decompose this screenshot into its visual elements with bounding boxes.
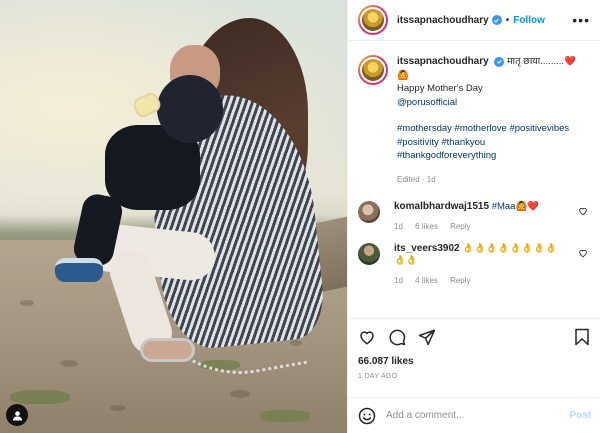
comment-age: 1d: [394, 222, 403, 231]
post-photo[interactable]: [0, 0, 347, 433]
smile-icon[interactable]: [358, 407, 376, 425]
comment-likes[interactable]: 4 likes: [415, 276, 438, 285]
comment-icon[interactable]: [388, 328, 406, 346]
caption: itssapnachoudhary मातृ छाया.........❤️ 🙆…: [358, 55, 591, 186]
reply-button[interactable]: Reply: [450, 222, 470, 231]
caption-avatar[interactable]: [358, 55, 388, 85]
post-actions: 66.087 likes 1 DAY AGO: [348, 318, 600, 380]
caption-hashtags[interactable]: #thankgodforeverything: [397, 149, 587, 163]
header-separator: •: [505, 14, 510, 26]
child-head: [157, 75, 223, 143]
commenter-username[interactable]: komalbhardwaj1515: [394, 201, 489, 212]
comment-likes[interactable]: 6 likes: [415, 222, 438, 231]
caption-edited: Edited · 1d: [397, 174, 436, 184]
comment-heart-icon[interactable]: [578, 248, 588, 258]
comment-item: komalbhardwaj1515 #Maa🙆❤️ 1d 6 likes Rep…: [358, 201, 591, 231]
comment-input[interactable]: [386, 410, 551, 421]
caption-hashtags[interactable]: #mothersday #motherlove #positivevibes: [397, 122, 587, 136]
commenter-username[interactable]: its_veers3902: [394, 243, 460, 254]
comment-meta: 1d 4 likes Reply: [394, 276, 564, 285]
caption-username[interactable]: itssapnachoudhary: [397, 56, 489, 67]
caption-greeting: Happy Mother's Day: [397, 83, 483, 94]
verified-icon: [494, 56, 505, 67]
reply-button[interactable]: Reply: [450, 276, 470, 285]
commenter-avatar[interactable]: [358, 201, 380, 223]
post-header: itssapnachoudhary • Follow •••: [348, 0, 600, 41]
follow-button[interactable]: Follow: [513, 15, 545, 26]
author-avatar[interactable]: [358, 5, 388, 35]
verified-icon: [491, 15, 502, 25]
likes-count[interactable]: 66.087 likes: [358, 356, 591, 367]
comment-heart-icon[interactable]: [578, 206, 588, 216]
commenter-avatar[interactable]: [358, 243, 380, 265]
post-date: 1 DAY AGO: [358, 373, 398, 380]
comment-composer: Post: [348, 397, 600, 433]
more-options-button[interactable]: •••: [572, 12, 590, 28]
post-side-panel: itssapnachoudhary • Follow ••• itssapnac…: [347, 0, 600, 433]
caption-hashtags[interactable]: #positivity #thankyou: [397, 136, 587, 150]
comment-meta: 1d 6 likes Reply: [394, 222, 564, 231]
caption-text: मातृ छाया.........❤️: [506, 56, 576, 67]
share-icon[interactable]: [418, 328, 436, 346]
comment-age: 1d: [394, 276, 403, 285]
comments-section[interactable]: itssapnachoudhary मातृ छाया.........❤️ 🙆…: [348, 41, 600, 318]
child-shoe: [55, 258, 103, 282]
user-tag-icon[interactable]: [6, 404, 28, 426]
author-username[interactable]: itssapnachoudhary: [397, 15, 489, 26]
comment-item: its_veers3902 👌👌👌👌👌👌👌👌👌👌 1d 4 likes Repl…: [358, 243, 591, 285]
post-comment-button[interactable]: Post: [569, 410, 591, 421]
woman-foot-sandal: [140, 338, 195, 362]
caption-mention[interactable]: @porusofficial: [397, 96, 587, 110]
comment-text: #Maa🙆❤️: [491, 201, 540, 212]
caption-emoji: 🙆: [397, 69, 409, 81]
bookmark-icon[interactable]: [573, 328, 591, 346]
heart-icon[interactable]: [358, 328, 376, 346]
